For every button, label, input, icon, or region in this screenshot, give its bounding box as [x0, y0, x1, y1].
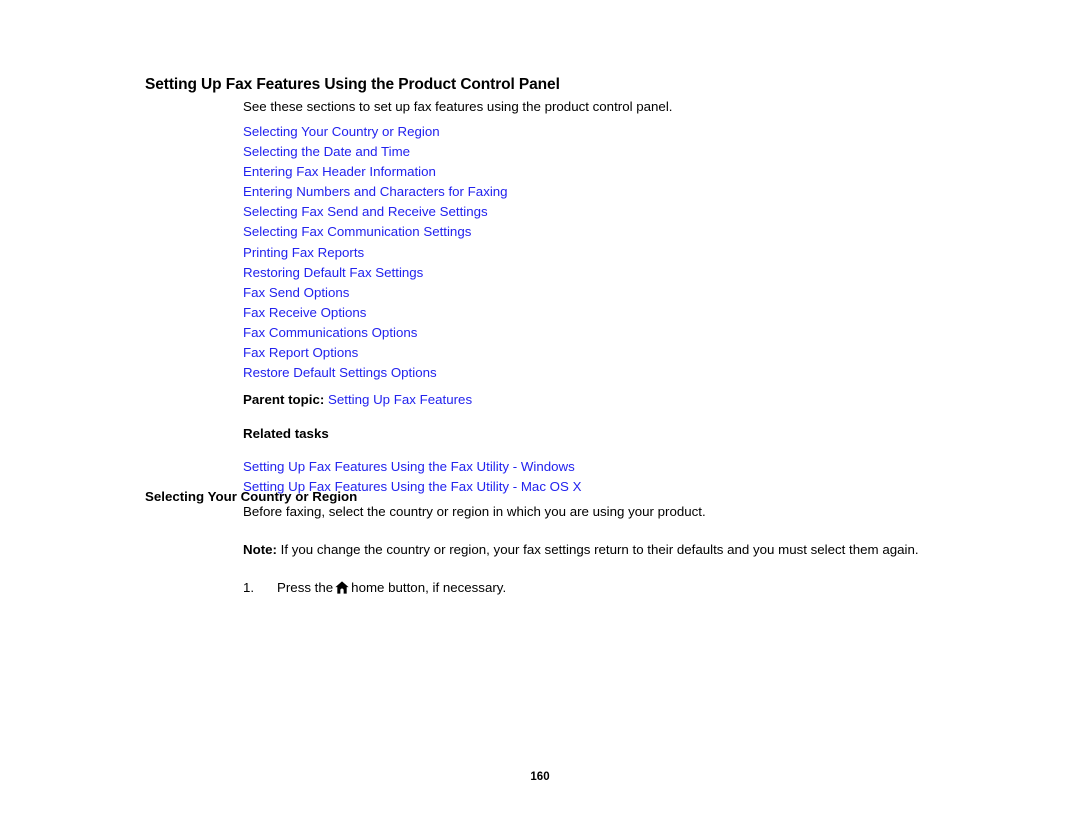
list-item: Printing Fax Reports: [243, 243, 933, 263]
section-link-selecting-your-country-or-region[interactable]: Selecting Your Country or Region: [243, 122, 440, 142]
section-paragraph: Before faxing, select the country or reg…: [243, 504, 706, 519]
list-item: Fax Communications Options: [243, 323, 933, 343]
parent-topic-label: Parent topic:: [243, 392, 325, 408]
section-link-selecting-the-date-and-time[interactable]: Selecting the Date and Time: [243, 142, 410, 162]
note-label: Note:: [243, 542, 277, 557]
list-item: Selecting Fax Communication Settings: [243, 222, 933, 242]
section-body: Before faxing, select the country or reg…: [243, 502, 919, 597]
topic-content-block: See these sections to set up fax feature…: [243, 98, 933, 497]
document-page: Setting Up Fax Features Using the Produc…: [0, 0, 1080, 834]
home-icon: [335, 580, 349, 594]
step-text-before: Press the: [277, 580, 334, 595]
list-item: Fax Report Options: [243, 343, 933, 363]
parent-topic-link[interactable]: Setting Up Fax Features: [328, 390, 472, 410]
section-link-fax-report-options[interactable]: Fax Report Options: [243, 343, 358, 363]
section-link-restore-default-settings-options[interactable]: Restore Default Settings Options: [243, 363, 437, 383]
section-link-fax-send-options[interactable]: Fax Send Options: [243, 283, 349, 303]
list-item: Restoring Default Fax Settings: [243, 263, 933, 283]
list-item: Selecting the Date and Time: [243, 142, 933, 162]
list-item: Entering Numbers and Characters for Faxi…: [243, 182, 933, 202]
list-item: Selecting Your Country or Region: [243, 122, 933, 142]
section-link-restoring-default-fax-settings[interactable]: Restoring Default Fax Settings: [243, 263, 423, 283]
section-link-entering-fax-header-information[interactable]: Entering Fax Header Information: [243, 162, 436, 182]
section-link-selecting-fax-communication-settings[interactable]: Selecting Fax Communication Settings: [243, 222, 471, 242]
step-text-after: home button, if necessary.: [351, 580, 507, 595]
related-tasks-heading: Related tasks: [243, 425, 329, 441]
list-item: Restore Default Settings Options: [243, 363, 933, 383]
section-link-selecting-fax-send-and-receive-settings[interactable]: Selecting Fax Send and Receive Settings: [243, 202, 488, 222]
section-link-entering-numbers-and-characters-for-faxing[interactable]: Entering Numbers and Characters for Faxi…: [243, 182, 508, 202]
related-task-link-fax-utility-windows[interactable]: Setting Up Fax Features Using the Fax Ut…: [243, 457, 575, 477]
list-item: Fax Receive Options: [243, 303, 933, 323]
intro-paragraph: See these sections to set up fax feature…: [243, 99, 673, 114]
list-item: Selecting Fax Send and Receive Settings: [243, 202, 933, 222]
note-paragraph: Note: If you change the country or regio…: [243, 540, 919, 559]
section-link-fax-receive-options[interactable]: Fax Receive Options: [243, 303, 366, 323]
section-link-printing-fax-reports[interactable]: Printing Fax Reports: [243, 243, 364, 263]
page-number: 160: [530, 771, 550, 783]
section-link-list: Selecting Your Country or Region Selecti…: [243, 122, 933, 383]
note-text: If you change the country or region, you…: [276, 542, 919, 557]
step-item-1: 1. Press the home button, if necessary.: [243, 578, 919, 597]
page-title: Setting Up Fax Features Using the Produc…: [145, 76, 560, 94]
parent-topic: Parent topic: Setting Up Fax Features: [243, 390, 933, 410]
section-link-fax-communications-options[interactable]: Fax Communications Options: [243, 323, 417, 343]
list-item: Setting Up Fax Features Using the Fax Ut…: [243, 457, 933, 477]
list-item: Fax Send Options: [243, 283, 933, 303]
step-number: 1.: [243, 580, 255, 595]
step-list: 1. Press the home button, if necessary.: [243, 578, 919, 597]
list-item: Entering Fax Header Information: [243, 162, 933, 182]
